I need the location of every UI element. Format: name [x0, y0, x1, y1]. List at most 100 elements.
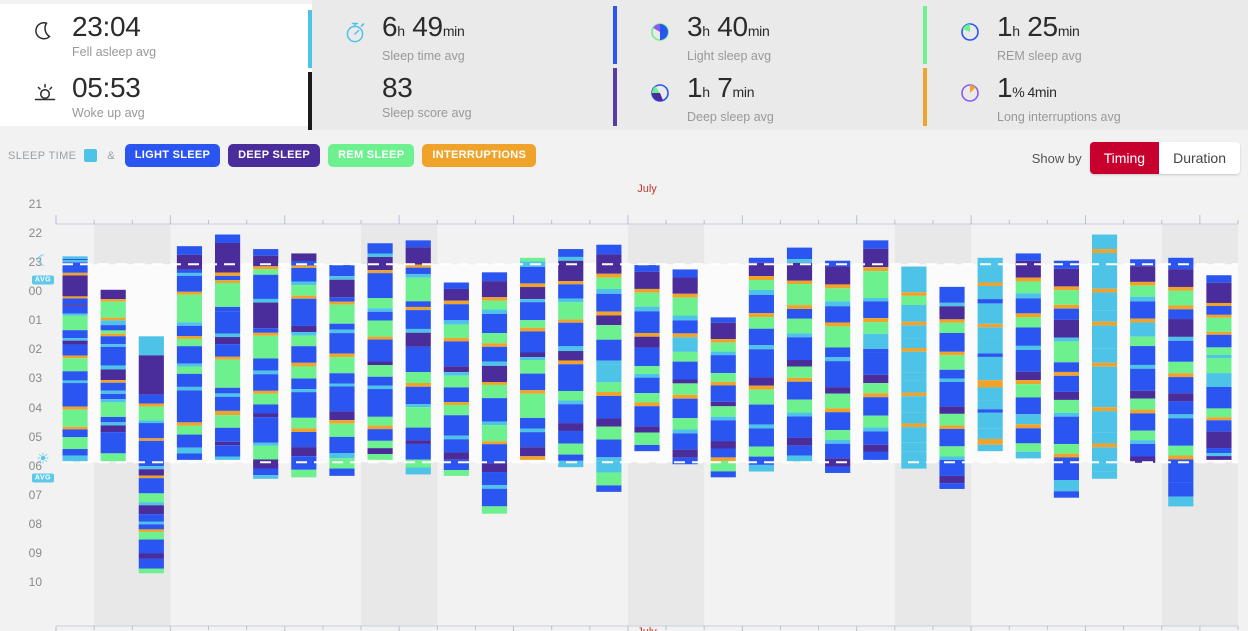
y-axis-tick-label: 09: [28, 545, 42, 560]
day-bar[interactable]: [1015, 253, 1041, 459]
sleep-segment: [100, 333, 126, 337]
sleep-segment: [520, 360, 546, 374]
sleep-segment: [748, 456, 774, 465]
sleep-segment: [825, 443, 851, 459]
sleep-segment: [1168, 393, 1194, 402]
day-bar[interactable]: [138, 336, 164, 574]
day-bar[interactable]: [596, 244, 622, 492]
chart-canvas[interactable]: [0, 182, 1248, 631]
day-bar[interactable]: [481, 272, 508, 514]
day-bar[interactable]: [443, 282, 469, 476]
sleep-segment: [405, 240, 431, 248]
sleep-segment: [672, 293, 698, 298]
day-bar[interactable]: [748, 257, 774, 472]
sleep-segment: [748, 345, 774, 350]
sleep-segment: [977, 444, 1003, 452]
sleep-segment: [634, 426, 660, 433]
sleep-segment: [62, 383, 88, 407]
day-bar[interactable]: [214, 234, 241, 460]
legend-chip-rem-sleep[interactable]: REM SLEEP: [328, 144, 415, 167]
show-by-timing-button[interactable]: Timing: [1089, 142, 1160, 174]
day-bar[interactable]: [520, 257, 546, 460]
day-bar[interactable]: [100, 289, 126, 462]
day-bar[interactable]: [405, 240, 431, 475]
sleep-segment: [748, 294, 774, 314]
sleep-segment: [1206, 331, 1232, 335]
sleep-segment: [748, 424, 774, 429]
stat-minutes: 25: [1027, 11, 1058, 42]
day-bar[interactable]: [253, 249, 279, 479]
legend-chip-deep-sleep[interactable]: DEEP SLEEP: [228, 144, 321, 167]
sleep-segment: [1015, 428, 1041, 444]
sleep-segment: [253, 249, 279, 256]
day-bar[interactable]: [62, 256, 88, 462]
day-bar[interactable]: [1168, 257, 1194, 507]
sleep-segment: [481, 472, 508, 486]
sleep-segment: [1091, 397, 1118, 408]
sleep-segment: [710, 355, 736, 373]
sleep-segment: [1168, 269, 1194, 287]
day-bar[interactable]: [786, 247, 813, 462]
day-bar[interactable]: [367, 243, 393, 460]
sleep-segment: [634, 444, 660, 452]
y-axis-tick-label: 01: [28, 313, 42, 328]
sleep-segment: [939, 475, 965, 484]
day-bar[interactable]: [1130, 259, 1156, 463]
day-bar[interactable]: [825, 260, 851, 473]
sleep-segment: [405, 459, 431, 468]
day-bar[interactable]: [558, 249, 584, 468]
sleep-segment: [329, 353, 355, 358]
day-bar[interactable]: [901, 266, 927, 469]
sleep-segment: [1206, 317, 1232, 332]
sleep-segment: [253, 274, 279, 299]
day-bar[interactable]: [329, 265, 355, 476]
sleep-segment: [825, 393, 851, 409]
stat-label: Deep sleep avg: [687, 110, 774, 124]
show-by-duration-button[interactable]: Duration: [1159, 142, 1240, 174]
sleep-segment: [1206, 306, 1232, 315]
day-bar[interactable]: [710, 317, 736, 478]
sleep-segment: [1206, 275, 1232, 283]
sleep-segment: [1091, 249, 1118, 253]
sleep-segment: [100, 289, 126, 300]
sleep-segment: [786, 280, 813, 284]
sleep-segment: [825, 412, 851, 431]
sleep-segment: [825, 439, 851, 444]
day-bar[interactable]: [1206, 275, 1232, 460]
sleep-segment: [62, 437, 88, 450]
sleep-timing-chart[interactable]: 21222300010203040506070809101-7—7-74-7—1…: [0, 182, 1248, 631]
sleep-segment: [1168, 401, 1194, 415]
day-bar[interactable]: [977, 257, 1003, 452]
sleep-segment: [863, 333, 889, 349]
y-axis-tick-label: 22: [28, 226, 42, 241]
sleep-segment: [901, 396, 927, 413]
sleep-segment: [405, 301, 431, 307]
sleep-segment: [253, 445, 279, 460]
day-bar[interactable]: [1091, 234, 1118, 479]
day-bar[interactable]: [939, 286, 965, 489]
stat-label: Fell asleep avg: [72, 45, 157, 59]
sleep-time-swatch: [84, 149, 98, 162]
sleep-segment: [481, 281, 508, 298]
sleep-segment: [329, 468, 355, 476]
sleep-segment: [329, 452, 355, 459]
day-bar[interactable]: [291, 253, 317, 478]
sleep-segment: [443, 415, 469, 436]
day-bar[interactable]: [634, 265, 660, 452]
sleep-segment: [367, 389, 393, 417]
sleep-segment: [596, 293, 622, 312]
sleep-segment: [329, 420, 355, 424]
day-bar[interactable]: [176, 246, 203, 460]
sleep-segment: [1206, 420, 1232, 432]
legend-chip-light-sleep[interactable]: LIGHT SLEEP: [124, 144, 221, 167]
legend-chip-interruptions[interactable]: INTERRUPTIONS: [422, 144, 537, 167]
sleep-segment: [214, 445, 241, 457]
day-bar[interactable]: [672, 269, 698, 465]
sleep-segment: [443, 439, 469, 453]
sleep-segment: [138, 466, 164, 470]
sleep-segment: [138, 539, 164, 554]
stat-value: 1h 7min: [687, 72, 774, 108]
sleep-segment: [1168, 309, 1194, 320]
day-bar[interactable]: [863, 240, 889, 460]
sleep-segment: [176, 366, 203, 374]
